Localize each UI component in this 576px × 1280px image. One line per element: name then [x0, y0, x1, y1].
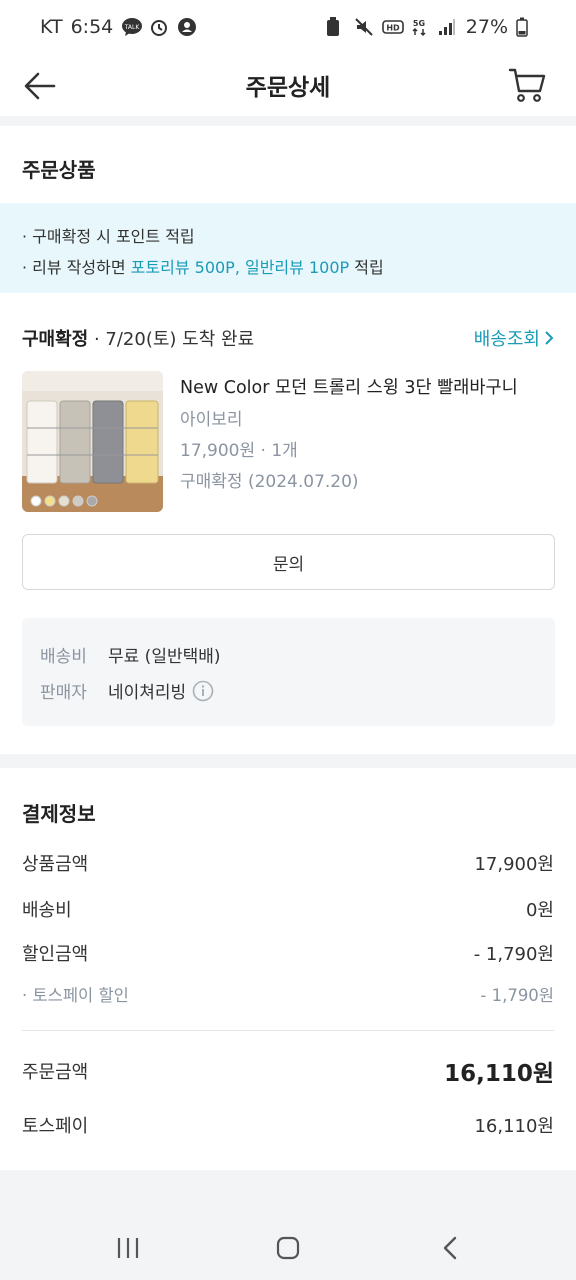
shipping-fee-label: 배송비 [40, 647, 87, 667]
inquiry-button[interactable]: 문의 [22, 534, 555, 590]
carrier-label: KT [40, 16, 63, 38]
seller-row: 판매자 네이쳐리빙 [40, 678, 214, 703]
product-amount-row: 상품금액 17,900원 [22, 850, 554, 876]
svg-text:TALK: TALK [124, 24, 141, 31]
order-status-line: 구매확정 · 7/20(토) 도착 완료 [22, 325, 254, 351]
product-thumbnail[interactable] [22, 371, 163, 512]
home-icon [276, 1236, 300, 1260]
notice-line-2-prefix: 리뷰 작성하면 [32, 258, 131, 277]
notice-review-points: 포토리뷰 500P, 일반리뷰 100P [130, 258, 350, 277]
status-left: KT 6:54 TALK [40, 16, 197, 38]
order-total-label: 주문금액 [22, 1062, 89, 1083]
payment-method-value: 16,110원 [474, 1116, 554, 1137]
order-total-value: 16,110원 [444, 1061, 554, 1087]
page-title: 주문상세 [245, 75, 331, 101]
shipping-cost-label: 배송비 [22, 900, 72, 921]
product-option: 아이보리 [180, 410, 243, 430]
order-status-label: 구매확정 [22, 329, 89, 350]
product-amount-label: 상품금액 [22, 854, 89, 875]
order-products-title: 주문상품 [22, 158, 96, 182]
discount-row: 할인금액 - 1,790원 [22, 940, 554, 966]
svg-text:HD: HD [386, 24, 400, 33]
battery-percent: 27% [465, 16, 508, 38]
cart-icon [508, 68, 546, 102]
product-confirm-status: 구매확정 (2024.07.20) [180, 472, 359, 492]
shipping-cost-row: 배송비 0원 [22, 896, 554, 922]
tosspay-discount-row: · 토스페이 할인 - 1,790원 [22, 982, 554, 1006]
5g-icon: 5G [410, 17, 430, 37]
tosspay-discount-value: - 1,790원 [480, 986, 554, 1005]
info-icon[interactable] [192, 680, 214, 702]
home-button[interactable] [258, 1228, 318, 1268]
laundry-basket-image [22, 371, 163, 512]
notice-line-2: · 리뷰 작성하면 포토리뷰 500P, 일반리뷰 100P 적립 [22, 258, 384, 277]
shipping-info-box: 배송비 무료 (일반택배) 판매자 네이쳐리빙 [22, 618, 555, 726]
shipping-fee-value: 무료 (일반택배) [108, 647, 221, 667]
chevron-right-icon [545, 331, 554, 345]
points-notice: · 구매확정 시 포인트 적립 · 리뷰 작성하면 포토리뷰 500P, 일반리… [0, 203, 576, 293]
shipping-fee-row: 배송비 무료 (일반택배) [40, 642, 221, 667]
status-right: HD 5G 27% [326, 16, 536, 38]
notice-line-1-text: 구매확정 시 포인트 적립 [32, 227, 195, 246]
product-name[interactable]: New Color 모던 트롤리 스윙 3단 빨래바구니 [180, 374, 518, 399]
battery-saver-icon [326, 17, 346, 37]
notice-line-1: · 구매확정 시 포인트 적립 [22, 227, 195, 246]
recents-button[interactable] [98, 1228, 158, 1268]
cart-button[interactable] [506, 62, 548, 108]
nav-back-button[interactable] [420, 1228, 480, 1268]
order-total-row: 주문금액 16,110원 [22, 1054, 554, 1088]
payment-section: 결제정보 상품금액 17,900원 배송비 0원 할인금액 - 1,790원 ·… [0, 768, 576, 1170]
account-icon [177, 17, 197, 37]
alarm-icon [149, 17, 169, 37]
discount-label: 할인금액 [22, 944, 89, 965]
talk-icon: TALK [121, 17, 143, 37]
mute-icon [354, 17, 374, 37]
product-amount-value: 17,900원 [474, 854, 554, 875]
battery-icon [516, 17, 536, 37]
clock: 6:54 [70, 16, 114, 38]
svg-text:5G: 5G [413, 19, 425, 28]
order-status-detail: · 7/20(토) 도착 완료 [88, 329, 255, 350]
payment-title: 결제정보 [22, 802, 96, 826]
track-delivery-link[interactable]: 배송조회 [474, 325, 554, 351]
recents-icon [117, 1238, 139, 1258]
discount-value: - 1,790원 [473, 944, 554, 965]
payment-divider [22, 1030, 554, 1031]
track-delivery-label: 배송조회 [473, 329, 540, 350]
tosspay-discount-label: · 토스페이 할인 [22, 986, 129, 1005]
seller-value: 네이쳐리빙 [108, 683, 187, 703]
hd-icon: HD [381, 17, 404, 37]
product-price-qty: 17,900원 · 1개 [180, 441, 298, 461]
signal-icon [438, 17, 458, 37]
payment-method-label: 토스페이 [22, 1116, 89, 1137]
order-products-section: 주문상품 · 구매확정 시 포인트 적립 · 리뷰 작성하면 포토리뷰 500P… [0, 126, 576, 754]
back-chevron-icon [443, 1236, 457, 1260]
system-nav-bar [0, 1214, 576, 1280]
shipping-cost-value: 0원 [525, 900, 554, 921]
payment-method-row: 토스페이 16,110원 [22, 1112, 554, 1138]
app-bar: 주문상세 [0, 58, 576, 116]
notice-line-2-suffix: 적립 [349, 258, 384, 277]
status-bar: KT 6:54 TALK HD 5G 27% [0, 0, 576, 58]
seller-label: 판매자 [40, 683, 87, 703]
